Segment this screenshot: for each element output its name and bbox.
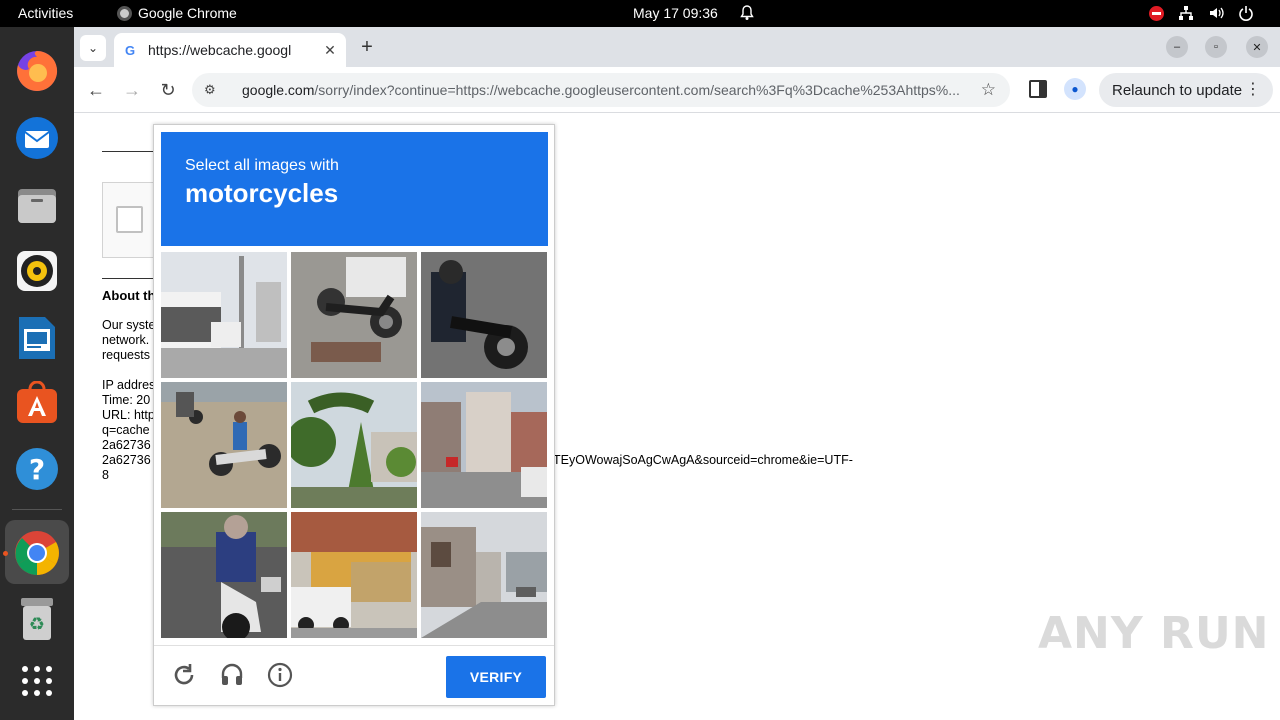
audio-challenge-icon[interactable] — [218, 661, 246, 689]
notification-bell-icon[interactable] — [739, 5, 755, 21]
back-button[interactable]: ← — [84, 78, 108, 102]
page-text-line: 8 — [102, 468, 109, 482]
maximize-button[interactable]: ▫ — [1205, 36, 1227, 58]
chrome-icon — [117, 5, 132, 21]
dock-separator — [12, 509, 62, 510]
page-text-line: requests — [102, 348, 150, 362]
network-icon[interactable] — [1178, 5, 1194, 21]
firefox-icon[interactable] — [13, 47, 61, 95]
app-name: Google Chrome — [138, 5, 237, 21]
relaunch-to-update-button[interactable]: Relaunch to update ⋮ — [1099, 73, 1273, 107]
power-icon[interactable] — [1238, 5, 1254, 21]
libreoffice-impress-icon[interactable] — [13, 314, 61, 362]
tab-title: https://webcache.googl — [148, 42, 292, 58]
captcha-image-grid — [161, 252, 548, 639]
system-top-bar: Activities Google Chrome May 17 09:36 — [0, 0, 1280, 27]
captcha-tile-9[interactable] — [421, 512, 547, 638]
info-icon[interactable] — [266, 661, 294, 689]
bookmark-star-icon[interactable]: ☆ — [981, 80, 996, 100]
forward-button[interactable]: → — [120, 78, 144, 102]
captcha-tile-7[interactable] — [161, 512, 287, 638]
reload-button[interactable]: ↻ — [156, 78, 180, 102]
url-overflow-text: TEyOWowajSoAgCwAgA&sourceid=chrome&ie=UT… — [553, 453, 853, 467]
about-heading: About th — [102, 288, 156, 303]
system-tray[interactable] — [1149, 5, 1254, 21]
volume-icon[interactable] — [1208, 5, 1224, 21]
more-menu-icon[interactable]: ⋮ — [1245, 79, 1261, 99]
captcha-tile-5[interactable] — [291, 382, 417, 508]
captcha-tile-6[interactable] — [421, 382, 547, 508]
page-text-line: network. — [102, 333, 150, 347]
profile-avatar-icon[interactable]: ● — [1064, 78, 1086, 100]
url-text: google.com/sorry/index?continue=https://… — [242, 82, 982, 98]
url-path: /sorry/index?continue=https://webcache.g… — [314, 82, 960, 98]
dock: ? ♻ — [0, 27, 74, 720]
address-bar[interactable]: ⚙ google.com/sorry/index?continue=https:… — [192, 73, 1010, 107]
chrome-icon[interactable] — [13, 529, 61, 577]
captcha-tile-1[interactable] — [161, 252, 287, 378]
thunderbird-icon[interactable] — [13, 114, 61, 162]
rhythmbox-icon[interactable] — [13, 247, 61, 295]
captcha-instruction: Select all images with — [185, 157, 339, 174]
svg-text:?: ? — [29, 453, 45, 486]
captcha-footer: VERIFY — [154, 645, 554, 705]
running-indicator — [3, 551, 8, 556]
trash-icon[interactable]: ♻ — [13, 595, 61, 643]
reload-challenge-icon[interactable] — [170, 661, 198, 689]
help-icon[interactable]: ? — [13, 445, 61, 493]
page-text-line: Time: 20 — [102, 393, 151, 407]
browser-toolbar: ← → ↻ ⚙ google.com/sorry/index?continue=… — [74, 67, 1280, 113]
recaptcha-checkbox[interactable] — [116, 206, 143, 233]
app-center-icon[interactable] — [13, 379, 61, 427]
tab-active[interactable]: G https://webcache.googl ✕ — [114, 33, 346, 67]
do-not-disturb-icon[interactable] — [1149, 5, 1164, 21]
tab-search-button[interactable]: ⌄ — [80, 35, 106, 61]
new-tab-button[interactable]: + — [356, 36, 378, 58]
page-text-line: IP addres — [102, 378, 156, 392]
captcha-tile-3[interactable] — [421, 252, 547, 378]
minimize-button[interactable]: – — [1166, 36, 1188, 58]
svg-text:♻: ♻ — [29, 614, 45, 635]
show-apps-icon[interactable] — [13, 657, 61, 705]
captcha-target: motorcycles — [185, 178, 339, 208]
page-text-line: 2a62736 — [102, 438, 151, 452]
tab-strip: ⌄ G https://webcache.googl ✕ + – ▫ ✕ — [74, 27, 1280, 67]
captcha-challenge: Select all images with motorcycles VERIF… — [153, 124, 555, 706]
verify-button[interactable]: VERIFY — [446, 656, 546, 698]
captcha-header: Select all images with motorcycles — [161, 132, 548, 246]
activities-button[interactable]: Activities — [18, 5, 73, 21]
captcha-tile-2[interactable] — [291, 252, 417, 378]
captcha-tile-4[interactable] — [161, 382, 287, 508]
google-favicon-icon: G — [124, 42, 136, 58]
page-text-line: Our syste — [102, 318, 156, 332]
relaunch-label: Relaunch to update — [1112, 81, 1243, 99]
close-window-button[interactable]: ✕ — [1246, 36, 1268, 58]
captcha-tile-8[interactable] — [291, 512, 417, 638]
files-icon[interactable] — [13, 181, 61, 229]
tab-close-icon[interactable]: ✕ — [322, 42, 338, 59]
side-panel-icon[interactable] — [1029, 80, 1047, 98]
app-menu[interactable]: Google Chrome — [117, 5, 237, 21]
page-text-line: URL: http — [102, 408, 155, 422]
chevron-down-icon: ⌄ — [87, 41, 99, 55]
anyrun-watermark: ANY RUN — [1038, 608, 1270, 659]
site-info-icon[interactable]: ⚙ — [204, 82, 222, 98]
url-domain: google.com — [242, 82, 315, 98]
page-text-line: q=cache — [102, 423, 150, 437]
clock[interactable]: May 17 09:36 — [633, 5, 718, 21]
page-text-line: 2a62736 — [102, 453, 151, 467]
